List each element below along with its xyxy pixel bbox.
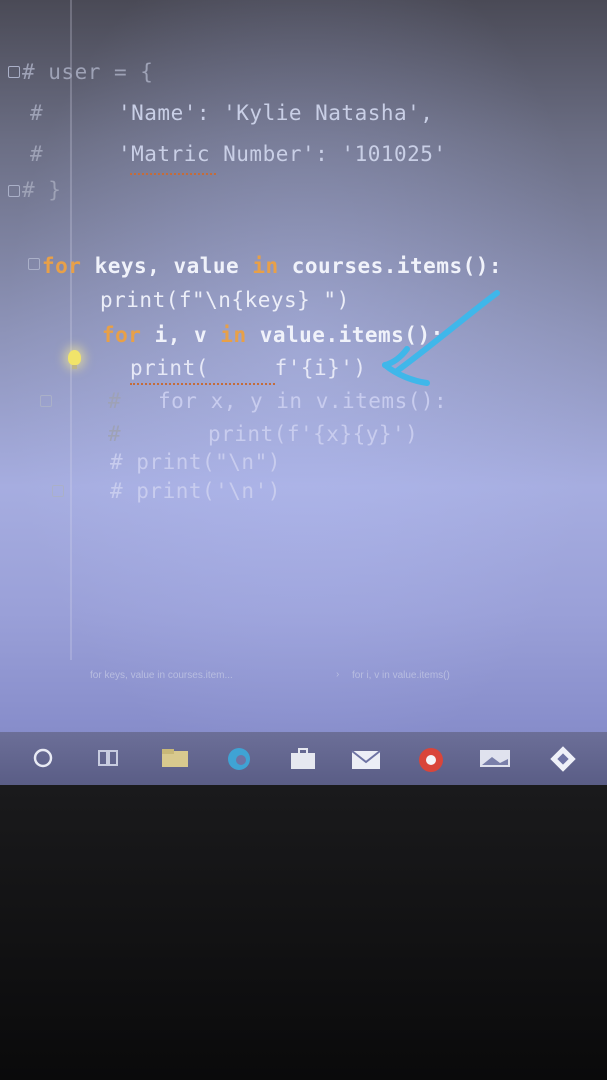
keyword-for: for — [102, 323, 142, 347]
taskbar — [0, 732, 607, 785]
code-line-2-text: 'Name': 'Kylie Natasha', — [118, 101, 434, 125]
chrome-icon[interactable] — [416, 747, 446, 773]
keyword-for: for — [42, 254, 82, 278]
code-text: i, v — [141, 323, 221, 347]
code-text: keys, value — [81, 254, 253, 278]
mail-icon[interactable] — [350, 747, 382, 771]
comment-hash: # — [108, 422, 122, 446]
photos-icon[interactable] — [478, 747, 512, 769]
code-line-12: # print('\n') — [110, 479, 281, 503]
pycharm-icon[interactable] — [546, 742, 580, 776]
lightbulb-icon[interactable] — [68, 350, 81, 369]
fold-marker-icon[interactable] — [8, 66, 20, 78]
comment-hash: # — [30, 101, 44, 125]
code-line-1: # user = { — [22, 60, 154, 84]
fold-marker-icon[interactable] — [52, 485, 64, 497]
comment-hash: # — [108, 389, 122, 413]
task-view-icon[interactable] — [96, 747, 120, 769]
fold-marker-icon[interactable] — [28, 258, 40, 270]
code-line-3-text: 'Matric Number': '101025' — [118, 142, 447, 166]
code-line-10-text: print(f'{x}{y}') — [208, 422, 419, 446]
code-editor[interactable]: # user = { # 'Name': 'Kylie Natasha', # 'M… — [0, 0, 607, 660]
keyword-in: in — [220, 323, 247, 347]
code-line-9: # for x, y in v.items(): — [108, 389, 447, 413]
breadcrumb-separator-icon: › — [336, 669, 340, 680]
code-text: courses.items(): — [278, 254, 503, 278]
file-explorer-icon[interactable] — [160, 747, 190, 769]
edge-icon[interactable] — [224, 747, 254, 771]
photo: # user = { # 'Name': 'Kylie Natasha', # 'M… — [0, 0, 607, 1080]
code-line-9-text: for x, y in v.items(): — [158, 389, 448, 413]
code-line-2: # 'Name': 'Kylie Natasha', — [30, 101, 433, 125]
breadcrumb-item[interactable]: for keys, value in courses.item... — [90, 670, 233, 681]
comment-hash: # — [30, 142, 44, 166]
error-squiggle — [130, 380, 275, 385]
store-icon[interactable] — [288, 747, 318, 771]
code-line-3: # 'Matric Number': '101025' — [30, 142, 446, 166]
fold-marker-icon[interactable] — [8, 185, 20, 197]
code-line-10: # print(f'{x}{y}') — [108, 422, 418, 446]
keyword-in: in — [252, 254, 279, 278]
code-line-5: for keys, value in courses.items(): — [42, 254, 502, 278]
code-line-11: # print("\n") — [110, 450, 281, 474]
code-line-6: print(f"\n{keys} ") — [100, 288, 350, 312]
start-circle-icon[interactable] — [32, 747, 54, 769]
hand-drawn-arrow — [382, 290, 500, 386]
monitor-bezel — [0, 785, 607, 1080]
spelling-squiggle — [130, 170, 216, 175]
monitor-screen: # user = { # 'Name': 'Kylie Natasha', # 'M… — [0, 0, 607, 785]
breadcrumb-item[interactable]: for i, v in value.items() — [352, 670, 450, 681]
code-line-8: print( f'{i}') — [130, 356, 367, 380]
code-line-4: # } — [22, 178, 62, 202]
fold-marker-icon[interactable] — [40, 395, 52, 407]
